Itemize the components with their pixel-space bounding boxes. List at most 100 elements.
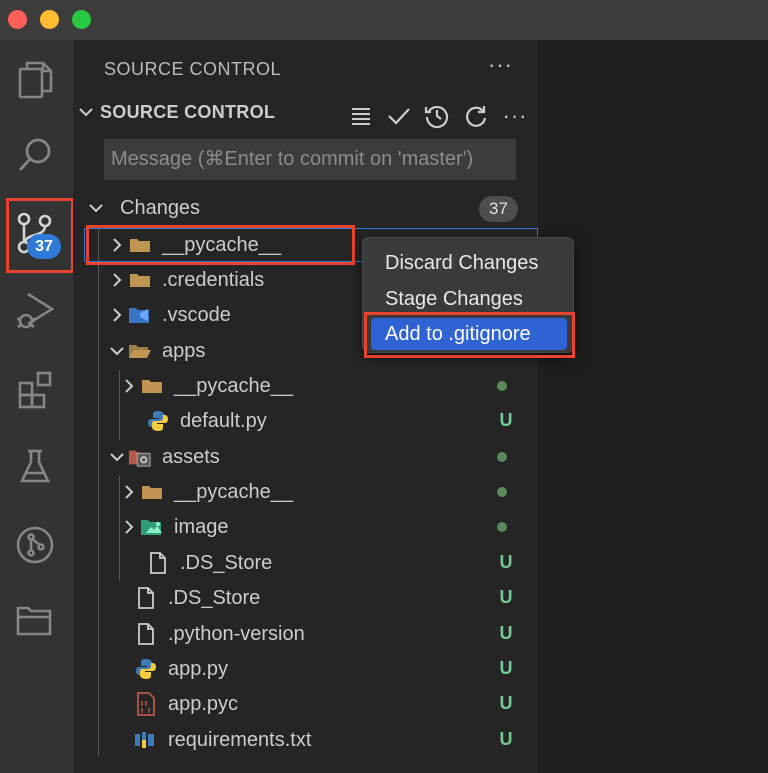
- minimize-window-button[interactable]: [40, 10, 59, 29]
- modified-dot: [497, 522, 507, 532]
- menu-item-discard-changes[interactable]: Discard Changes: [371, 247, 567, 279]
- modified-dot: [497, 452, 507, 462]
- refresh-icon: [465, 106, 487, 127]
- chevron-down-icon: [106, 451, 128, 463]
- changes-label: Changes: [120, 197, 201, 219]
- chevron-right-icon: [118, 519, 140, 535]
- assets-folder-icon: [128, 445, 152, 469]
- files-icon: [18, 61, 53, 99]
- tree-item[interactable]: default.py: [146, 404, 267, 438]
- menu-item-stage-changes[interactable]: Stage Changes: [371, 283, 567, 315]
- folder-icon: [128, 268, 152, 292]
- folder-open-icon: [128, 339, 152, 363]
- chevron-right-icon: [118, 484, 140, 500]
- check-icon: [388, 108, 410, 125]
- extensions-icon: [18, 371, 52, 409]
- run-debug-icon: [17, 292, 55, 329]
- explorer-button[interactable]: [10, 55, 60, 105]
- tree-item[interactable]: .DS_Store: [146, 546, 272, 580]
- history-icon: [424, 105, 449, 129]
- list-icon: [352, 108, 370, 125]
- chevron-down-icon: [106, 345, 128, 357]
- file-icon: [146, 551, 170, 575]
- tree-item-label: app.pyc: [168, 692, 239, 715]
- tree-item-label: .vscode: [162, 303, 231, 326]
- untracked-status: U: [499, 658, 513, 678]
- scm-section-header[interactable]: SOURCE CONTROL: [78, 102, 275, 123]
- view-as-tree-button[interactable]: [346, 100, 376, 132]
- git-graph-button[interactable]: [10, 520, 60, 570]
- vscode-window: 37 SOURCE CONTROL ··· SOURCE CONTROL ···…: [0, 0, 768, 773]
- untracked-status: U: [499, 693, 513, 713]
- view-title: SOURCE CONTROL: [104, 59, 282, 79]
- search-button[interactable]: [10, 130, 60, 180]
- tree-item-label: .python-version: [168, 622, 305, 645]
- untracked-status: U: [499, 729, 513, 749]
- chevron-right-icon: [118, 378, 140, 394]
- menu-item-add-to-gitignore[interactable]: Add to .gitignore: [371, 318, 567, 350]
- flask-icon: [19, 449, 51, 483]
- tree-item[interactable]: requirements.txt: [134, 723, 311, 757]
- commit-message-input[interactable]: [104, 139, 516, 180]
- binary-file-icon: [134, 692, 158, 716]
- maximize-window-button[interactable]: [72, 10, 91, 29]
- chevron-down-icon: [78, 102, 100, 123]
- python-file-icon: [146, 409, 170, 433]
- tree-item[interactable]: app.py: [134, 652, 228, 686]
- views-more-actions-button[interactable]: ···: [488, 52, 513, 78]
- tree-item[interactable]: .DS_Store: [134, 581, 260, 615]
- git-graph-icon: [16, 526, 54, 564]
- tree-item-label: __pycache__: [162, 233, 281, 256]
- tree-item[interactable]: .credentials: [106, 263, 264, 297]
- tree-item-label: .DS_Store: [168, 586, 261, 609]
- tree-item-label: .DS_Store: [180, 551, 273, 574]
- title-bar: [0, 0, 768, 40]
- chevron-right-icon: [106, 307, 128, 323]
- tree-item-label: assets: [162, 445, 220, 468]
- tree-item-label: app.py: [168, 657, 229, 680]
- tree-item[interactable]: __pycache__: [118, 475, 293, 509]
- tree-item[interactable]: .vscode: [106, 298, 231, 332]
- tree-item-label: requirements.txt: [168, 728, 312, 751]
- tree-item[interactable]: __pycache__: [118, 369, 293, 403]
- tree-item[interactable]: .python-version: [134, 617, 305, 651]
- modified-dot: [497, 487, 507, 497]
- tree-indent-guide: [98, 228, 99, 756]
- untracked-status: U: [499, 410, 513, 430]
- vscode-folder-icon: [128, 303, 152, 327]
- tree-item-label: apps: [162, 339, 206, 362]
- file-icon: [134, 622, 158, 646]
- image-folder-icon: [140, 515, 164, 539]
- tree-item[interactable]: apps: [106, 334, 205, 368]
- modified-dot: [497, 381, 507, 391]
- scm-section-title: SOURCE CONTROL: [100, 102, 276, 122]
- close-window-button[interactable]: [8, 10, 27, 29]
- commit-button[interactable]: [384, 100, 414, 132]
- tree-item[interactable]: image: [118, 510, 228, 544]
- history-button[interactable]: [422, 100, 452, 132]
- scm-count-badge: 37: [27, 234, 61, 259]
- changes-group-header[interactable]: Changes: [88, 197, 200, 220]
- tree-item[interactable]: app.pyc: [134, 687, 238, 721]
- run-debug-button[interactable]: [10, 286, 60, 336]
- scm-more-actions-button[interactable]: ···: [500, 100, 530, 132]
- tree-item[interactable]: __pycache__: [106, 228, 281, 262]
- search-icon: [18, 138, 51, 171]
- folder-icon: [128, 233, 152, 257]
- pip-requirements-icon: [134, 728, 158, 752]
- folders-button[interactable]: [10, 596, 60, 646]
- folder-icon: [140, 374, 164, 398]
- changes-count-badge: 37: [479, 196, 518, 222]
- tree-item[interactable]: assets: [106, 440, 220, 474]
- context-menu: Discard Changes Stage Changes Add to .gi…: [362, 237, 574, 353]
- untracked-status: U: [499, 587, 513, 607]
- refresh-button[interactable]: [461, 100, 491, 132]
- editor-area: [538, 40, 768, 773]
- python-file-icon: [134, 657, 158, 681]
- testing-button[interactable]: [10, 442, 60, 492]
- chevron-right-icon: [106, 272, 128, 288]
- extensions-button[interactable]: [10, 364, 60, 414]
- chevron-down-icon: [88, 197, 120, 220]
- file-icon: [134, 586, 158, 610]
- chevron-right-icon: [106, 237, 128, 253]
